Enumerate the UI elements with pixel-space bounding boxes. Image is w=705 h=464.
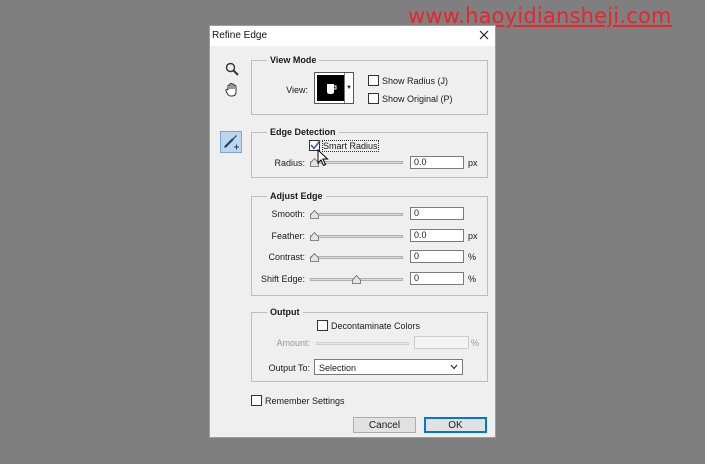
amount-unit: % — [471, 338, 480, 348]
dialog-title: Refine Edge — [212, 30, 268, 41]
edge-detection-heading: Edge Detection — [267, 127, 339, 137]
radius-label: Radius: — [274, 158, 305, 168]
radius-unit: px — [468, 158, 478, 168]
refine-edge-dialog: Refine Edge View Mode View: ▼ Show Radiu… — [209, 25, 496, 438]
contrast-slider-thumb[interactable] — [310, 253, 319, 262]
chevron-down-icon — [450, 364, 458, 370]
output-heading: Output — [267, 307, 303, 317]
cancel-button[interactable]: Cancel — [353, 417, 416, 433]
show-radius-checkbox[interactable]: Show Radius (J) — [368, 75, 448, 86]
ok-button[interactable]: OK — [424, 417, 487, 433]
contrast-input[interactable]: 0 — [410, 250, 464, 263]
shift-edge-unit: % — [468, 274, 477, 284]
adjust-edge-heading: Adjust Edge — [267, 191, 326, 201]
feather-slider-thumb[interactable] — [310, 232, 319, 241]
view-label: View: — [286, 85, 308, 95]
shift-edge-slider[interactable] — [310, 275, 403, 284]
edge-detection-group: Edge Detection — [251, 127, 488, 178]
view-preview — [317, 75, 345, 101]
shift-edge-slider-thumb[interactable] — [352, 275, 361, 284]
close-icon[interactable] — [476, 27, 492, 43]
view-mode-selector[interactable]: ▼ — [314, 72, 354, 104]
feather-label: Feather: — [271, 231, 305, 241]
feather-unit: px — [468, 231, 478, 241]
title-bar: Refine Edge — [210, 26, 495, 46]
output-to-value: Selection — [319, 363, 357, 373]
feather-input[interactable]: 0.0 — [410, 229, 464, 242]
amount-slider — [316, 339, 409, 347]
dropdown-arrow-icon[interactable]: ▼ — [344, 73, 353, 103]
smooth-label: Smooth: — [271, 209, 305, 219]
output-to-select[interactable]: Selection — [314, 359, 463, 375]
contrast-label: Contrast: — [268, 252, 305, 262]
amount-input — [414, 336, 469, 349]
mouse-pointer-icon — [317, 149, 329, 167]
refine-radius-brush-icon[interactable] — [220, 131, 242, 153]
output-to-label: Output To: — [268, 363, 310, 373]
radius-input[interactable]: 0.0 — [410, 156, 464, 169]
contrast-unit: % — [468, 252, 477, 262]
amount-label: Amount: — [276, 338, 310, 348]
zoom-tool-icon[interactable] — [223, 60, 241, 78]
contrast-slider[interactable] — [310, 253, 403, 262]
decontaminate-colors-checkbox[interactable]: Decontaminate Colors — [317, 320, 420, 331]
shift-edge-label: Shift Edge: — [260, 274, 305, 284]
feather-slider[interactable] — [310, 232, 403, 241]
shift-edge-input[interactable]: 0 — [410, 272, 464, 285]
cup-icon — [327, 84, 337, 94]
show-original-checkbox[interactable]: Show Original (P) — [368, 93, 453, 104]
smooth-input[interactable]: 0 — [410, 207, 464, 220]
remember-settings-checkbox[interactable]: Remember Settings — [251, 395, 345, 406]
smooth-slider[interactable] — [310, 210, 403, 219]
smooth-slider-thumb[interactable] — [310, 210, 319, 219]
hand-tool-icon[interactable] — [223, 81, 241, 99]
view-mode-heading: View Mode — [267, 55, 320, 65]
